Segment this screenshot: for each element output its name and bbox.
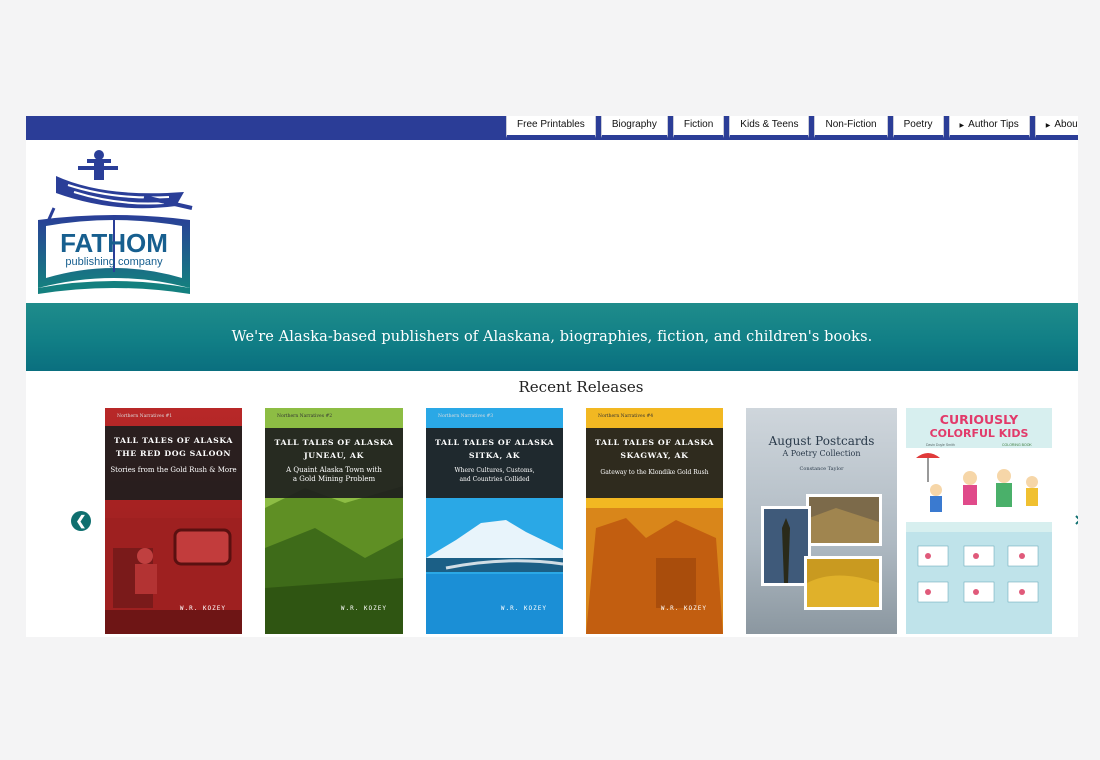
logo-name: FATHOM <box>60 228 168 258</box>
book-title-box: TALL TALES OF ALASKA SKAGWAY, AK Gateway… <box>586 428 723 498</box>
book-title: August Postcards <box>768 434 875 448</box>
nav-label: Fiction <box>683 119 714 130</box>
nav-item-biography[interactable]: Biography <box>600 116 668 138</box>
book-title-line1: TALL TALES OF ALASKA <box>594 438 715 447</box>
book-author: Davin Doyle Smith <box>926 443 955 447</box>
nav-item-fiction[interactable]: Fiction <box>672 116 725 138</box>
book-cover-sitka[interactable]: Northern Narratives #3 TALL TALES OF ALA… <box>426 408 563 634</box>
nav-label: Author Tips <box>968 119 1019 130</box>
book-author: W.R. KOZEY <box>660 605 707 612</box>
nav-label: About Us <box>1054 119 1078 130</box>
nav-label: Non-Fiction <box>825 119 877 130</box>
book-author: W.R. KOZEY <box>179 605 226 612</box>
book-subtitle: A Poetry Collection <box>782 449 861 458</box>
book-title-line2: COLORFUL KIDS <box>929 427 1029 440</box>
caret-right-icon: ▶ <box>959 123 965 129</box>
book-cover-red-dog-saloon[interactable]: Northern Narratives #1 TALL TALES OF ALA… <box>105 408 242 634</box>
nav-item-non-fiction[interactable]: Non-Fiction <box>814 116 888 138</box>
book-series: Northern Narratives #2 <box>277 414 333 419</box>
book-title-line2: JUNEAU, AK <box>304 451 364 460</box>
book-subtitle: A Quaint Alaska Town with a Gold Mining … <box>286 466 382 483</box>
nav-item-poetry[interactable]: Poetry <box>892 116 944 138</box>
saloon-illustration <box>105 518 242 634</box>
banner-text: We're Alaska-based publishers of Alaskan… <box>231 329 873 345</box>
nav-item-about-us[interactable]: ▶About Us <box>1034 116 1078 138</box>
logo-tagline: publishing company <box>65 256 163 268</box>
carousel-next-button[interactable] <box>1075 514 1078 526</box>
book-series: Northern Narratives #1 <box>117 414 173 419</box>
header: FATHOM publishing company <box>26 140 1078 303</box>
book-author: W.R. KOZEY <box>500 605 547 612</box>
book-title-line1: TALL TALES OF ALASKA <box>274 438 394 447</box>
book-cover-curiously-colorful-kids[interactable]: CURIOUSLY COLORFUL KIDS Davin Doyle Smit… <box>906 408 1052 634</box>
caret-right-icon: ▶ <box>1045 123 1051 129</box>
book-title-box: TALL TALES OF ALASKA SITKA, AK Where Cul… <box>426 428 563 498</box>
book-title-line2: SITKA, AK <box>468 451 521 460</box>
chevron-right-icon <box>1075 515 1078 525</box>
book-title-line1: CURIOUSLY <box>939 412 1019 427</box>
nav-item-author-tips[interactable]: ▶ Author Tips <box>948 116 1030 138</box>
hero-banner: We're Alaska-based publishers of Alaskan… <box>26 303 1078 371</box>
book-cover-juneau[interactable]: Northern Narratives #2 TALL TALES OF ALA… <box>265 408 403 634</box>
book-title-line2: THE RED DOG SALOON <box>115 449 232 458</box>
nav-label: Kids & Teens <box>740 119 799 130</box>
book-title-line1: TALL TALES OF ALASKA <box>113 436 234 445</box>
book-series: Northern Narratives #4 <box>598 414 654 419</box>
book-cover-skagway[interactable]: Northern Narratives #4 TALL TALES OF ALA… <box>586 408 723 634</box>
book-series: Northern Narratives #3 <box>438 414 494 419</box>
kids-illustration <box>906 448 1052 634</box>
book-title-box: TALL TALES OF ALASKA THE RED DOG SALOON … <box>105 426 242 500</box>
book-badge: COLORING BOOK <box>1002 443 1032 447</box>
chevron-left-icon: ❮ <box>75 513 87 528</box>
book-cover-august-postcards[interactable]: August Postcards A Poetry Collection Con… <box>746 408 897 634</box>
carousel-prev-button[interactable]: ❮ <box>71 511 91 531</box>
nav-label: Biography <box>611 119 657 130</box>
book-subtitle: Stories from the Gold Rush & More <box>110 466 237 474</box>
page: Free Printables Biography Fiction Kids &… <box>26 116 1078 637</box>
recent-releases-title: Recent Releases <box>518 378 644 396</box>
book-author: Constance Taylor <box>799 466 844 472</box>
nav-item-free-printables[interactable]: Free Printables <box>506 116 596 138</box>
fathom-logo[interactable]: FATHOM publishing company <box>34 148 194 298</box>
nav-label: Free Printables <box>517 119 585 130</box>
book-title-box: TALL TALES OF ALASKA JUNEAU, AK A Quaint… <box>265 428 403 498</box>
book-subtitle: Where Cultures, Customs, and Countries C… <box>454 467 535 483</box>
book-subtitle: Gateway to the Klondike Gold Rush <box>600 469 709 476</box>
book-title-line1: TALL TALES OF ALASKA <box>434 438 555 447</box>
book-author: W.R. KOZEY <box>340 605 387 612</box>
nav-item-kids-teens[interactable]: Kids & Teens <box>729 116 810 138</box>
main-nav: Free Printables Biography Fiction Kids &… <box>506 116 1078 140</box>
postcards-illustration <box>761 494 882 610</box>
nav-label: Poetry <box>903 119 933 130</box>
book-title-line2: SKAGWAY, AK <box>620 451 689 460</box>
